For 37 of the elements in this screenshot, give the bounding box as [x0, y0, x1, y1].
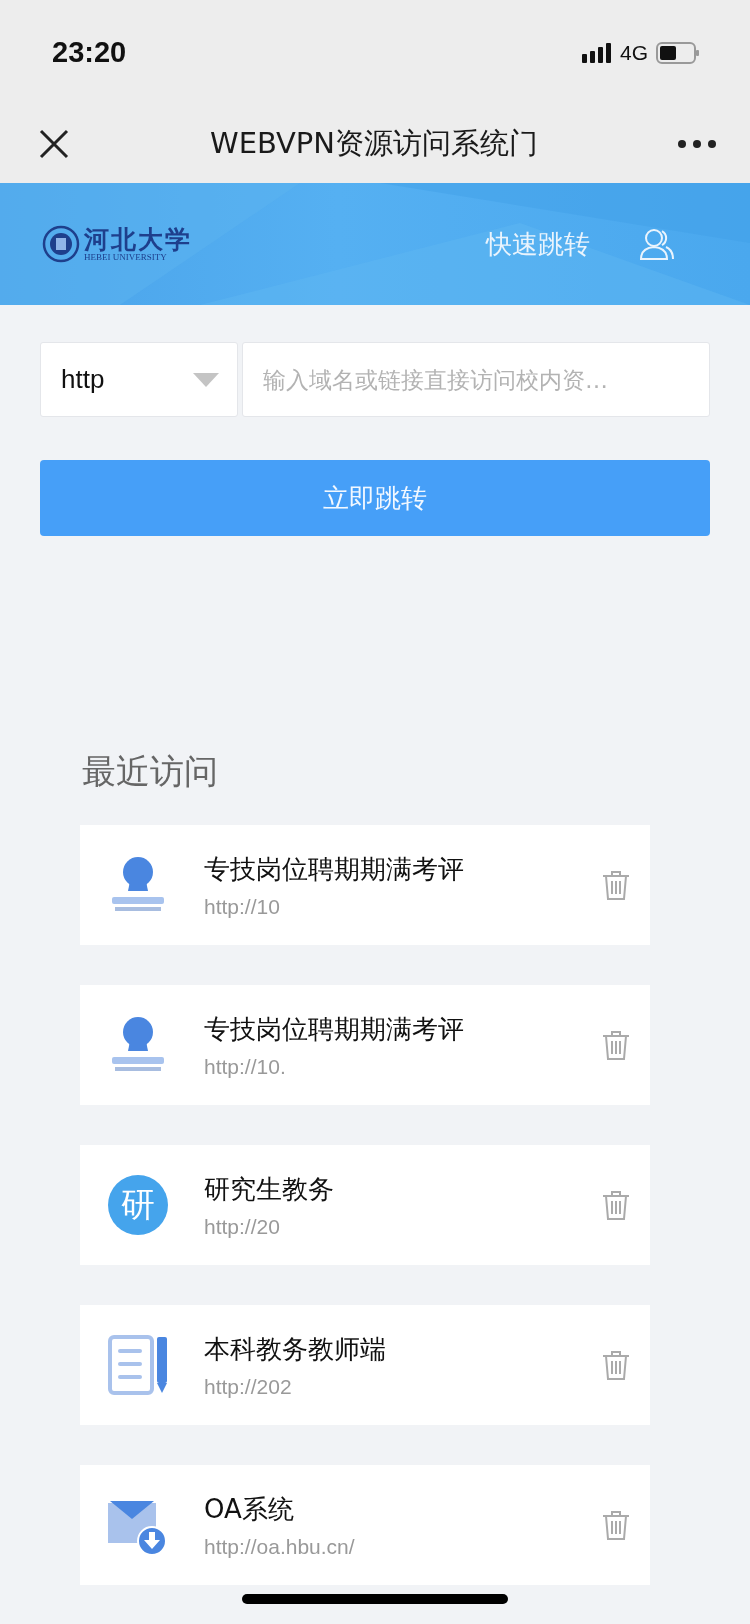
item-name: 本科教务教师端 — [204, 1332, 387, 1366]
trash-icon[interactable] — [602, 1190, 630, 1220]
network-label: 4G — [620, 40, 648, 65]
battery-icon — [656, 41, 700, 64]
seal-icon — [42, 225, 80, 263]
trash-icon[interactable] — [602, 1350, 630, 1380]
more-icon[interactable] — [678, 140, 716, 148]
logo-name: 河北大学 — [84, 226, 192, 252]
status-time: 23:20 — [52, 36, 127, 69]
recent-item[interactable]: 专技岗位聘期期满考评 http://10 — [80, 825, 650, 945]
document-pencil-icon — [108, 1335, 168, 1395]
recent-item[interactable]: 研 研究生教务 http://20 — [80, 1145, 650, 1265]
item-url: http://10 — [204, 894, 281, 919]
item-url: http://202 — [204, 1374, 293, 1399]
signal-icon — [582, 41, 612, 64]
item-url: http://10. — [204, 1054, 287, 1079]
item-name: 专技岗位聘期期满考评 — [204, 1012, 465, 1046]
trash-icon[interactable] — [602, 870, 630, 900]
item-name: 专技岗位聘期期满考评 — [204, 852, 465, 886]
recent-item[interactable]: 专技岗位聘期期满考评 http://10. — [80, 985, 650, 1105]
trash-icon[interactable] — [602, 1510, 630, 1540]
item-name: OA系统 — [204, 1492, 295, 1526]
section-title: 最近访问 — [82, 750, 219, 793]
recent-item[interactable]: 本科教务教师端 http://202 — [80, 1305, 650, 1425]
user-icon[interactable] — [640, 228, 674, 260]
recent-item[interactable]: OA系统 http://oa.hbu.cn/ — [80, 1465, 650, 1585]
app-icon: 研 — [108, 1175, 168, 1235]
item-url: http://oa.hbu.cn/ — [204, 1534, 356, 1559]
item-name: 研究生教务 — [204, 1172, 335, 1206]
trash-icon[interactable] — [602, 1030, 630, 1060]
protocol-select[interactable]: http — [40, 342, 238, 417]
page-title: WEBVPN资源访问系统门 — [209, 125, 539, 162]
url-input[interactable]: 输入域名或链接直接访问校内资… — [242, 342, 710, 417]
caret-icon — [193, 372, 219, 387]
item-url: http://20 — [204, 1214, 281, 1239]
close-icon[interactable] — [38, 128, 70, 160]
logo-subtitle: HEBEI UNIVERSITY — [84, 251, 167, 262]
